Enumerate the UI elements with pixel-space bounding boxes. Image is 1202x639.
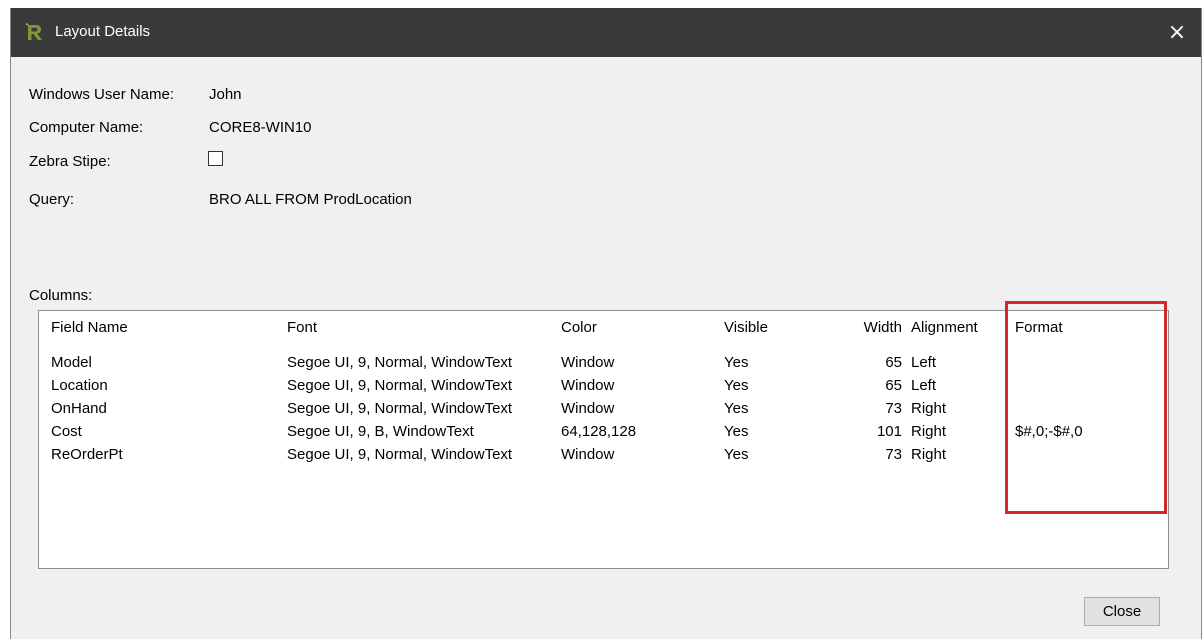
query-label: Query: [29,191,75,208]
cell-color: 64,128,128 [561,423,637,440]
cell-field-name: Cost [51,423,82,440]
cell-width: 73 [885,446,902,463]
cell-font: Segoe UI, 9, Normal, WindowText [287,377,513,394]
cell-alignment: Right [911,423,947,440]
zebra-stripe-checkbox[interactable] [208,151,223,166]
cell-font: Segoe UI, 9, Normal, WindowText [287,354,513,371]
cell-color: Window [561,377,615,394]
table-row[interactable]: ReOrderPt Segoe UI, 9, Normal, WindowTex… [39,444,1168,466]
user-name-label: Windows User Name: [29,86,175,103]
cell-visible: Yes [724,400,749,417]
close-icon[interactable]: × [1153,8,1201,57]
computer-name-label: Computer Name: [29,119,144,136]
cell-width: 101 [876,423,902,440]
layout-details-dialog: Layout Details × Windows User Name: John… [10,8,1202,639]
cell-visible: Yes [724,377,749,394]
column-header-alignment[interactable]: Alignment [911,317,978,339]
columns-label: Columns: [29,287,93,304]
cell-visible: Yes [724,354,749,371]
close-button[interactable]: Close [1084,597,1160,626]
column-header-field-name[interactable]: Field Name [51,317,128,339]
computer-name-value: CORE8-WIN10 [209,119,312,136]
list-header: Field Name Font Color Visible Width Alig… [39,317,1168,339]
cell-width: 65 [885,354,902,371]
app-logo-icon [25,22,45,42]
table-row[interactable]: Cost Segoe UI, 9, B, WindowText 64,128,1… [39,421,1168,443]
column-header-width[interactable]: Width [829,317,902,339]
title-bar[interactable]: Layout Details × [11,8,1201,57]
cell-font: Segoe UI, 9, Normal, WindowText [287,446,513,463]
table-row[interactable]: Model Segoe UI, 9, Normal, WindowText Wi… [39,352,1168,374]
cell-visible: Yes [724,446,749,463]
cell-field-name: Location [51,377,108,394]
cell-width: 65 [885,377,902,394]
cell-width: 73 [885,400,902,417]
cell-alignment: Left [911,377,937,394]
table-row[interactable]: OnHand Segoe UI, 9, Normal, WindowText W… [39,398,1168,420]
cell-font: Segoe UI, 9, B, WindowText [287,423,474,440]
cell-color: Window [561,354,615,371]
cell-field-name: Model [51,354,92,371]
table-row[interactable]: Location Segoe UI, 9, Normal, WindowText… [39,375,1168,397]
cell-font: Segoe UI, 9, Normal, WindowText [287,400,513,417]
cell-alignment: Right [911,400,947,417]
query-value: BRO ALL FROM ProdLocation [209,191,412,208]
cell-field-name: ReOrderPt [51,446,123,463]
zebra-stripe-label: Zebra Stipe: [29,153,111,170]
column-header-font[interactable]: Font [287,317,317,339]
cell-alignment: Left [911,354,937,371]
cell-color: Window [561,400,615,417]
column-header-visible[interactable]: Visible [724,317,768,339]
cell-field-name: OnHand [51,400,107,417]
window-title: Layout Details [55,23,151,40]
format-column-highlight-box [1005,301,1167,514]
cell-alignment: Right [911,446,947,463]
cell-color: Window [561,446,615,463]
user-name-value: John [209,86,242,103]
columns-list[interactable]: Field Name Font Color Visible Width Alig… [38,310,1169,569]
column-header-color[interactable]: Color [561,317,597,339]
cell-visible: Yes [724,423,749,440]
